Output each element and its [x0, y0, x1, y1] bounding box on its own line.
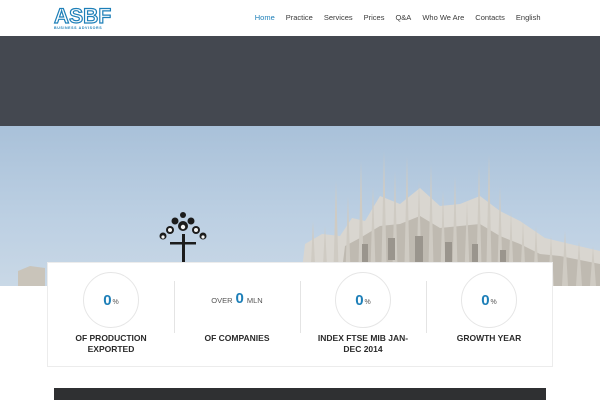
stat-value: 0: [355, 291, 364, 309]
stat-label: INDEX FTSE MIB JAN-DEC 2014: [317, 333, 409, 354]
stat-prefix: OVER: [211, 296, 233, 305]
main-nav: Home Practice Services Prices Q&A Who We…: [249, 0, 546, 36]
stat-suffix: MLN: [246, 296, 263, 305]
stat-unit: %: [490, 299, 497, 306]
stat-value: 0: [481, 291, 490, 309]
nav-item-qa[interactable]: Q&A: [390, 0, 417, 36]
stat-circle: 0 %: [461, 272, 517, 328]
stat-growth-year: 0 % GROWTH YEAR: [426, 263, 552, 366]
nav-item-home[interactable]: Home: [249, 0, 280, 36]
site-header: ASBF BUSINESS ADVISORS Home Practice Ser…: [0, 0, 600, 36]
footer-bar: [54, 388, 546, 400]
logo-subtitle: BUSINESS ADVISORS: [54, 26, 103, 30]
nav-item-contacts[interactable]: Contacts: [470, 0, 511, 36]
nav-item-services[interactable]: Services: [318, 0, 358, 36]
stat-circle: 0 %: [83, 272, 139, 328]
stat-inline-value: OVER 0 MLN: [174, 290, 300, 307]
stat-ftse-mib-index: 0 % INDEX FTSE MIB JAN-DEC 2014: [300, 263, 426, 366]
hero-dark-band: [0, 36, 600, 126]
site-logo[interactable]: ASBF BUSINESS ADVISORS: [53, 5, 111, 32]
stat-companies: OVER 0 MLN OF COMPANIES: [174, 263, 300, 366]
stat-label: GROWTH YEAR: [456, 333, 522, 343]
stat-production-exported: 0 % OF PRODUCTION EXPORTED: [48, 263, 174, 366]
stat-label: OF COMPANIES: [204, 333, 270, 343]
logo-text: ASBF: [53, 5, 112, 28]
stats-panel: 0 % OF PRODUCTION EXPORTED OVER 0 MLN OF…: [47, 262, 553, 367]
nav-item-prices[interactable]: Prices: [358, 0, 390, 36]
stat-value: 0: [103, 291, 112, 309]
stat-unit: %: [364, 299, 371, 306]
stat-value: 0: [235, 290, 244, 307]
nav-item-who-we-are[interactable]: Who We Are: [417, 0, 470, 36]
nav-item-language[interactable]: English: [510, 0, 546, 36]
stat-label: OF PRODUCTION EXPORTED: [75, 333, 147, 354]
nav-item-practice[interactable]: Practice: [280, 0, 318, 36]
stat-unit: %: [112, 299, 119, 306]
stat-circle: 0 %: [335, 272, 391, 328]
